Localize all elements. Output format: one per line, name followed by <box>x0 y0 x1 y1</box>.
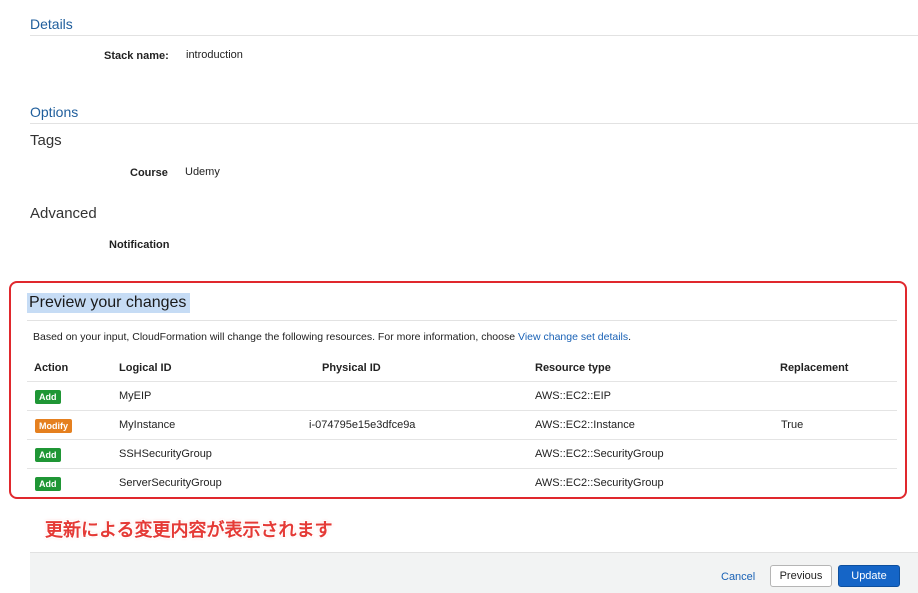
resource-type-cell: AWS::EC2::EIP <box>535 390 612 402</box>
stack-name-value: introduction <box>186 49 243 61</box>
action-badge-modify: Modify <box>35 419 72 433</box>
cancel-button[interactable]: Cancel <box>721 571 755 583</box>
preview-description-suffix: . <box>628 331 632 343</box>
logical-id-cell: SSHSecurityGroup <box>119 448 212 460</box>
resource-type-cell: AWS::EC2::SecurityGroup <box>535 448 664 460</box>
options-section-title: Options <box>30 104 79 120</box>
options-divider <box>30 123 918 124</box>
logical-id-cell: ServerSecurityGroup <box>119 477 222 489</box>
column-header-replacement: Replacement <box>780 362 849 374</box>
preview-divider <box>27 320 897 321</box>
column-header-physical-id: Physical ID <box>322 362 381 374</box>
column-header-resource-type: Resource type <box>535 362 611 374</box>
table-row: Add ServerSecurityGroup AWS::EC2::Securi… <box>27 468 897 498</box>
annotation-caption: 更新による変更内容が表示されます <box>45 520 333 540</box>
action-badge-add: Add <box>35 477 61 491</box>
table-row: Add SSHSecurityGroup AWS::EC2::SecurityG… <box>27 439 897 469</box>
table-row: Add MyEIP AWS::EC2::EIP <box>27 381 897 411</box>
logical-id-cell: MyInstance <box>119 419 176 431</box>
logical-id-cell: MyEIP <box>119 390 152 402</box>
column-header-action: Action <box>34 362 69 374</box>
table-row: Modify MyInstance i-074795e15e3dfce9a AW… <box>27 410 897 440</box>
footer-bar: Cancel Previous Update <box>30 552 918 593</box>
physical-id-cell: i-074795e15e3dfce9a <box>309 419 416 431</box>
action-badge-add: Add <box>35 390 61 404</box>
details-divider <box>30 35 918 36</box>
tag-value: Udemy <box>185 166 220 178</box>
view-change-set-details-link[interactable]: View change set details <box>518 331 628 343</box>
preview-description: Based on your input, CloudFormation will… <box>33 331 631 343</box>
tag-key: Course <box>130 167 168 179</box>
replacement-cell: True <box>781 419 804 431</box>
resource-type-cell: AWS::EC2::Instance <box>535 419 635 431</box>
column-header-logical-id: Logical ID <box>119 362 172 374</box>
previous-button[interactable]: Previous <box>770 565 832 587</box>
details-section-title: Details <box>30 16 73 32</box>
advanced-heading: Advanced <box>30 205 97 222</box>
notification-label: Notification <box>109 239 170 251</box>
stack-name-label: Stack name: <box>104 50 169 62</box>
preview-title: Preview your changes <box>27 293 191 313</box>
resource-type-cell: AWS::EC2::SecurityGroup <box>535 477 664 489</box>
update-button[interactable]: Update <box>838 565 900 587</box>
preview-description-text: Based on your input, CloudFormation will… <box>33 331 518 343</box>
tags-heading: Tags <box>30 132 62 149</box>
action-badge-add: Add <box>35 448 61 462</box>
